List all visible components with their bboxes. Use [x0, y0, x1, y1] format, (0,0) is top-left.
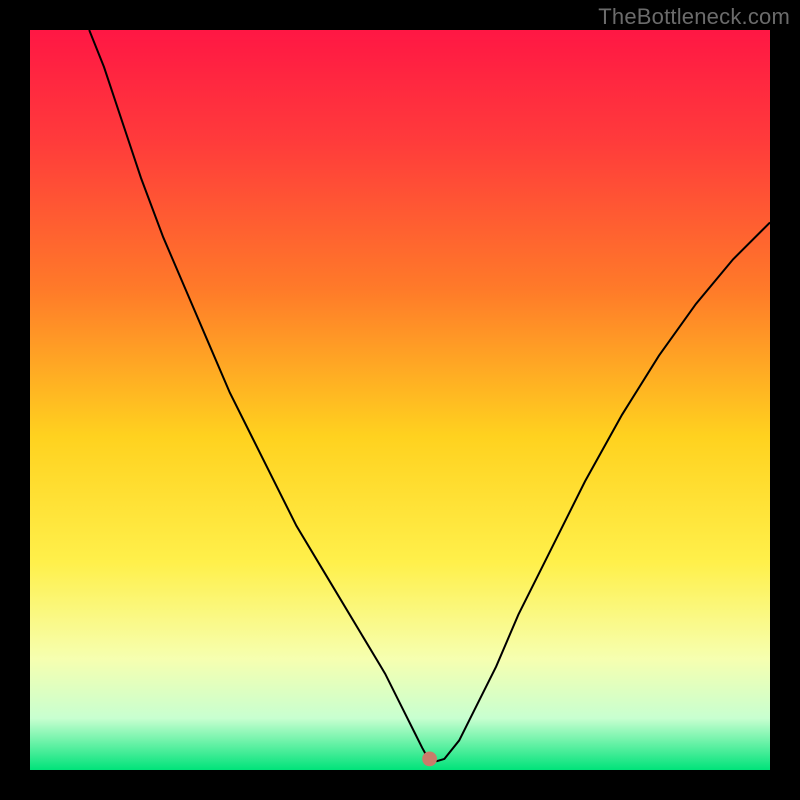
- gradient-rect: [30, 30, 770, 770]
- chart-frame: TheBottleneck.com: [0, 0, 800, 800]
- plot-area: [30, 30, 770, 770]
- watermark-text: TheBottleneck.com: [598, 4, 790, 30]
- min-marker: [422, 752, 437, 767]
- chart-svg: [30, 30, 770, 770]
